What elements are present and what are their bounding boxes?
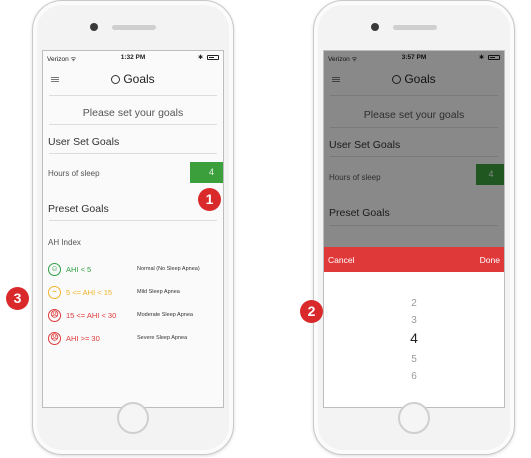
picker-option[interactable]: 5	[324, 354, 504, 365]
divider	[49, 124, 217, 125]
goals-icon	[111, 75, 121, 84]
battery-icon	[207, 55, 219, 60]
prompt-text: Please set your goals	[82, 107, 184, 119]
ahi-description: Moderate Sleep Apnea	[137, 312, 193, 318]
front-camera	[371, 23, 379, 31]
bluetooth-icon: ✱	[197, 55, 203, 61]
ahi-row-normal: ☺ AHI < 5 Normal (No Sleep Apnea)	[43, 263, 223, 279]
sad-face-icon: ☹	[48, 332, 61, 345]
ahi-row-moderate: ☹ 15 <= AHI < 30 Moderate Sleep Apnea	[43, 309, 223, 325]
callout-badge-3: 3	[6, 287, 29, 310]
picker-option-selected[interactable]: 4	[324, 330, 504, 346]
user-set-goals-heading: User Set Goals	[48, 136, 120, 148]
ahi-range: AHI >= 30	[66, 334, 100, 343]
divider	[49, 95, 217, 96]
divider	[49, 153, 217, 154]
ahi-row-severe: ☹ AHI >= 30 Severe Sleep Apnea	[43, 332, 223, 348]
ahi-range: 15 <= AHI < 30	[66, 311, 117, 320]
hours-of-sleep-label: Hours of sleep	[48, 169, 100, 178]
speaker-grill	[112, 25, 156, 30]
status-time: 1:32 PM	[120, 54, 146, 61]
ah-index-label: AH Index	[48, 238, 81, 247]
callout-badge-1: 1	[198, 188, 221, 211]
ahi-range: 5 <= AHI < 15	[66, 288, 113, 297]
cancel-button[interactable]: Cancel	[328, 255, 354, 265]
ahi-range: AHI < 5	[66, 265, 92, 274]
done-button[interactable]: Done	[480, 255, 500, 265]
front-camera	[90, 23, 98, 31]
phone-right: Verizon ᯤ 3:57 PM ✱ Goals Please set you…	[313, 0, 515, 455]
ahi-description: Normal (No Sleep Apnea)	[137, 266, 200, 272]
status-bar: Verizon ᯤ 1:32 PM ✱	[43, 51, 223, 66]
nav-bar: Goals	[43, 66, 223, 93]
picker-option[interactable]: 6	[324, 371, 504, 382]
screen-right: Verizon ᯤ 3:57 PM ✱ Goals Please set you…	[323, 50, 505, 408]
ahi-description: Severe Sleep Apnea	[137, 335, 188, 341]
speaker-grill	[393, 25, 437, 30]
dim-overlay[interactable]	[324, 51, 504, 247]
ahi-row-mild: ~ 5 <= AHI < 15 Mild Sleep Apnea	[43, 286, 223, 302]
divider	[49, 220, 217, 221]
callout-badge-2: 2	[300, 300, 323, 323]
hours-of-sleep-button[interactable]: 4	[190, 162, 223, 183]
neutral-face-icon: ~	[48, 286, 61, 299]
ahi-description: Mild Sleep Apnea	[137, 289, 180, 295]
nav-title: Goals	[43, 72, 223, 86]
nav-title-text: Goals	[123, 72, 155, 86]
sad-face-icon: ☹	[48, 309, 61, 322]
happy-face-icon: ☺	[48, 263, 61, 276]
picker-toolbar: Cancel Done	[324, 247, 504, 272]
home-button[interactable]	[398, 402, 430, 434]
phone-left: Verizon ᯤ 1:32 PM ✱ Goals Please set you…	[32, 0, 234, 455]
number-picker[interactable]: 2 3 4 5 6	[324, 272, 504, 407]
screen-left: Verizon ᯤ 1:32 PM ✱ Goals Please set you…	[42, 50, 224, 408]
home-button[interactable]	[117, 402, 149, 434]
preset-goals-heading: Preset Goals	[48, 203, 109, 215]
picker-option[interactable]: 3	[324, 315, 504, 326]
picker-option[interactable]: 2	[324, 298, 504, 309]
